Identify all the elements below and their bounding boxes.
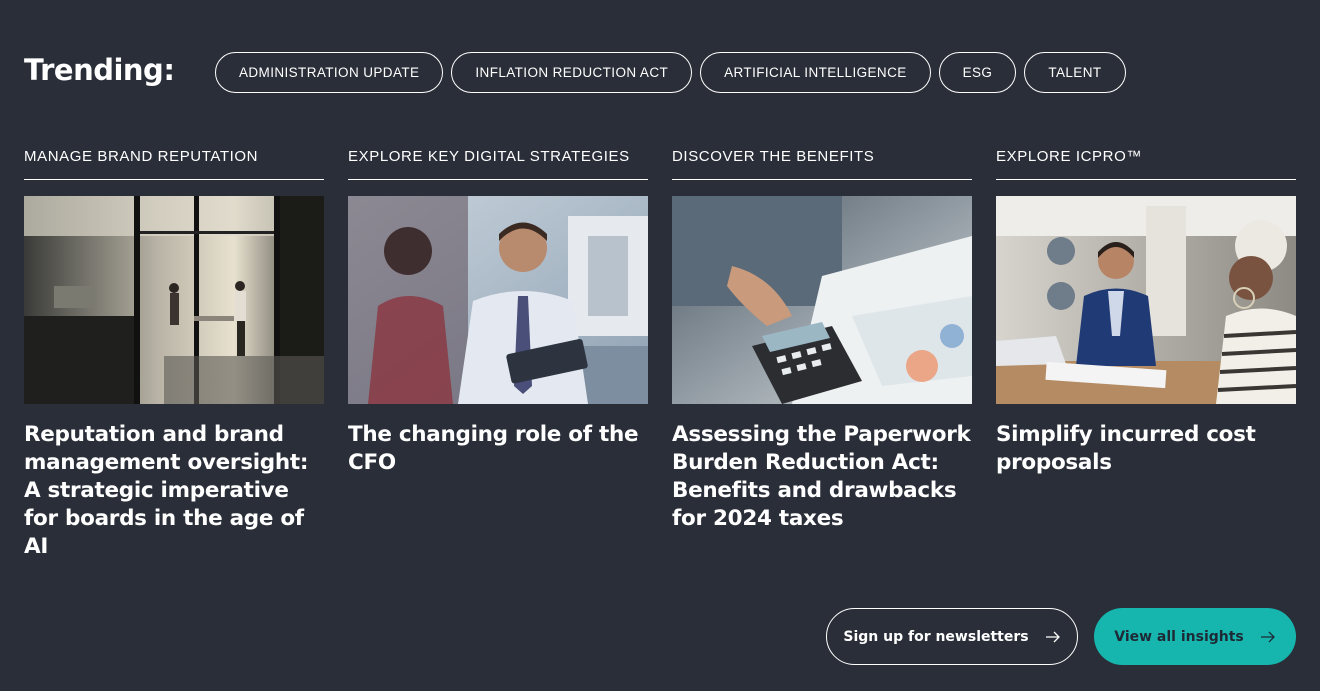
calculator-paperwork-image — [672, 196, 972, 404]
newsletter-signup-button[interactable]: Sign up for newsletters — [826, 608, 1078, 665]
arrow-right-icon — [1260, 631, 1276, 643]
office-meeting-image — [24, 196, 324, 404]
trending-chips: ADMINISTRATION UPDATE INFLATION REDUCTIO… — [215, 52, 1126, 93]
card-title[interactable]: The changing role of the CFO — [348, 421, 648, 477]
newsletter-signup-label: Sign up for newsletters — [843, 628, 1029, 645]
chip-administration-update[interactable]: ADMINISTRATION UPDATE — [215, 52, 444, 93]
insight-card-cfo[interactable]: EXPLORE KEY DIGITAL STRATEGIES The chang… — [348, 148, 648, 561]
advisor-client-meeting-image — [996, 196, 1296, 404]
advisor-client-meeting-photo[interactable] — [996, 196, 1296, 404]
arrow-right-icon — [1045, 631, 1061, 643]
card-title[interactable]: Assessing the Paperwork Burden Reduction… — [672, 421, 972, 533]
calculator-paperwork-photo[interactable] — [672, 196, 972, 404]
card-title[interactable]: Reputation and brand management oversigh… — [24, 421, 324, 561]
insight-card-paperwork-act[interactable]: DISCOVER THE BENEFITS Assessing the Pape… — [672, 148, 972, 561]
insights-section: Trending: ADMINISTRATION UPDATE INFLATIO… — [0, 0, 1320, 691]
insight-card-brand-reputation[interactable]: MANAGE BRAND REPUTATION Reputation and b… — [24, 148, 324, 561]
card-eyebrow[interactable]: EXPLORE KEY DIGITAL STRATEGIES — [348, 148, 648, 180]
card-eyebrow[interactable]: EXPLORE ICPRO™ — [996, 148, 1296, 180]
executive-with-tablet-photo[interactable] — [348, 196, 648, 404]
executive-with-tablet-image — [348, 196, 648, 404]
trending-bar: Trending: ADMINISTRATION UPDATE INFLATIO… — [24, 52, 1126, 93]
trending-label: Trending: — [24, 52, 175, 87]
insight-card-icpro[interactable]: EXPLORE ICPRO™ Simplify incurred cost pr… — [996, 148, 1296, 561]
footer-actions: Sign up for newsletters View all insight… — [826, 608, 1296, 665]
chip-esg[interactable]: ESG — [938, 52, 1017, 93]
chip-artificial-intelligence[interactable]: ARTIFICIAL INTELLIGENCE — [700, 52, 931, 93]
card-eyebrow[interactable]: MANAGE BRAND REPUTATION — [24, 148, 324, 180]
card-title[interactable]: Simplify incurred cost proposals — [996, 421, 1296, 477]
chip-talent[interactable]: TALENT — [1024, 52, 1126, 93]
chip-inflation-reduction-act[interactable]: INFLATION REDUCTION ACT — [451, 52, 693, 93]
view-all-insights-label: View all insights — [1114, 628, 1244, 645]
office-meeting-photo[interactable] — [24, 196, 324, 404]
view-all-insights-button[interactable]: View all insights — [1094, 608, 1296, 665]
insight-cards: MANAGE BRAND REPUTATION Reputation and b… — [24, 148, 1296, 561]
card-eyebrow[interactable]: DISCOVER THE BENEFITS — [672, 148, 972, 180]
